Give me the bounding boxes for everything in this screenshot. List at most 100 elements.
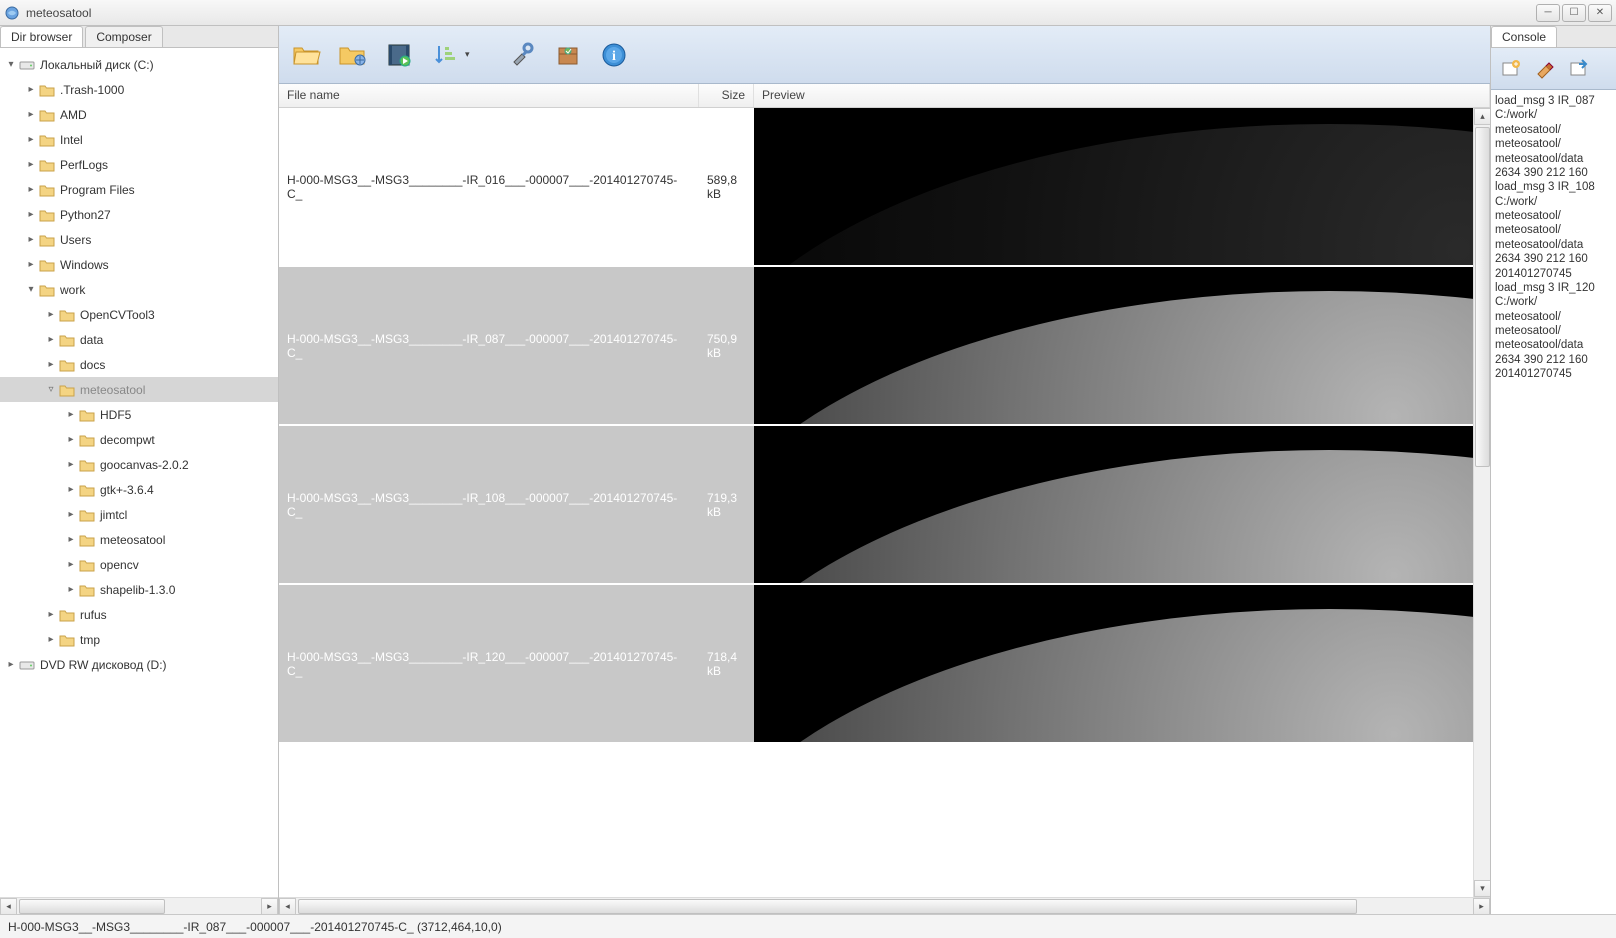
expand-icon[interactable]: ▸ — [64, 409, 78, 420]
folder-icon — [78, 407, 96, 423]
expand-icon[interactable]: ▸ — [24, 134, 38, 145]
expand-icon[interactable]: ▸ — [24, 184, 38, 195]
tab-console[interactable]: Console — [1491, 26, 1557, 47]
collapse-icon[interactable]: ▾ — [24, 284, 38, 295]
tree-node[interactable]: ▸OpenCVTool3 — [0, 302, 278, 327]
tab-composer[interactable]: Composer — [85, 26, 162, 47]
column-header-filename[interactable]: File name — [279, 84, 699, 107]
tree-node[interactable]: ▸Program Files — [0, 177, 278, 202]
directory-tree[interactable]: ▾Локальный диск (C:) ▸ .Trash-1000 ▸AMD▸Int… — [0, 48, 278, 897]
expand-icon[interactable]: ▸ — [24, 259, 38, 270]
statusbar: H-000-MSG3__-MSG3________-IR_087___-0000… — [0, 914, 1616, 938]
scroll-thumb[interactable] — [1475, 127, 1490, 467]
tree-node-label: Windows — [60, 258, 109, 272]
minimize-button[interactable]: ─ — [1536, 4, 1560, 22]
tree-node[interactable]: ▾Локальный диск (C:) — [0, 52, 278, 77]
expand-icon[interactable]: ▸ — [64, 484, 78, 495]
tree-node[interactable]: ▸jimtcl — [0, 502, 278, 527]
scroll-track[interactable] — [17, 898, 261, 915]
file-name-cell: H-000-MSG3__-MSG3________-IR_016___-0000… — [279, 108, 699, 265]
tree-node[interactable]: ▸tmp — [0, 627, 278, 652]
tree-node[interactable]: ▸rufus — [0, 602, 278, 627]
expand-icon[interactable]: ▸ — [24, 234, 38, 245]
console-line: load_msg 3 IR_108 — [1495, 180, 1612, 194]
console-clear-button[interactable] — [1531, 55, 1559, 83]
tools-button[interactable] — [504, 37, 540, 73]
collapse-icon[interactable]: ▾ — [4, 59, 18, 70]
expand-icon[interactable]: ▸ — [64, 584, 78, 595]
scroll-left-arrow[interactable]: ◂ — [279, 898, 296, 915]
tab-dir-browser[interactable]: Dir browser — [0, 26, 83, 47]
tree-node[interactable]: ▸Python27 — [0, 202, 278, 227]
tree-node[interactable]: ▸opencv — [0, 552, 278, 577]
console-save-button[interactable] — [1565, 55, 1593, 83]
tree-node[interactable]: ▿meteosatool — [0, 377, 278, 402]
tree-node[interactable]: ▸ .Trash-1000 — [0, 77, 278, 102]
tree-node[interactable]: ▸decompwt — [0, 427, 278, 452]
expand-icon[interactable]: ▸ — [24, 159, 38, 170]
expand-icon[interactable]: ▸ — [44, 309, 58, 320]
package-button[interactable] — [550, 37, 586, 73]
window-controls: ─ ☐ ✕ — [1536, 4, 1612, 22]
scroll-up-arrow[interactable]: ▴ — [1474, 108, 1490, 125]
tree-node[interactable]: ▸PerfLogs — [0, 152, 278, 177]
column-header-size[interactable]: Size — [699, 84, 754, 107]
tree-node[interactable]: ▸HDF5 — [0, 402, 278, 427]
maximize-button[interactable]: ☐ — [1562, 4, 1586, 22]
expand-icon[interactable]: ▸ — [64, 459, 78, 470]
tree-node[interactable]: ▸data — [0, 327, 278, 352]
tree-node[interactable]: ▸Users — [0, 227, 278, 252]
tree-node[interactable]: ▸shapelib-1.3.0 — [0, 577, 278, 602]
tree-node[interactable]: ▸AMD — [0, 102, 278, 127]
file-row[interactable]: H-000-MSG3__-MSG3________-IR_120___-0000… — [279, 585, 1473, 744]
expand-icon[interactable]: ▸ — [24, 84, 38, 95]
folder-icon — [78, 432, 96, 448]
sort-button[interactable] — [427, 37, 463, 73]
tree-node[interactable]: ▸goocanvas-2.0.2 — [0, 452, 278, 477]
console-line: 201401270745 — [1495, 367, 1612, 381]
file-row[interactable]: H-000-MSG3__-MSG3________-IR_108___-0000… — [279, 426, 1473, 585]
expand-icon[interactable]: ▸ — [4, 659, 18, 670]
expand-icon[interactable]: ▸ — [44, 634, 58, 645]
tree-node[interactable]: ▸docs — [0, 352, 278, 377]
center-hscrollbar[interactable]: ◂ ▸ — [279, 897, 1490, 914]
tree-node[interactable]: ▸Intel — [0, 127, 278, 152]
info-button[interactable]: i — [596, 37, 632, 73]
scroll-left-arrow[interactable]: ◂ — [0, 898, 17, 915]
expand-icon[interactable]: ▸ — [64, 434, 78, 445]
scroll-thumb[interactable] — [19, 899, 165, 914]
tree-node[interactable]: ▸meteosatool — [0, 527, 278, 552]
scroll-track[interactable] — [1474, 125, 1490, 880]
close-button[interactable]: ✕ — [1588, 4, 1612, 22]
collapse-icon[interactable]: ▿ — [44, 384, 58, 395]
open-folder-button[interactable] — [289, 37, 325, 73]
expand-icon[interactable]: ▸ — [44, 334, 58, 345]
tree-node[interactable]: ▸DVD RW дисковод (D:) — [0, 652, 278, 677]
expand-icon[interactable]: ▸ — [44, 609, 58, 620]
scroll-down-arrow[interactable]: ▾ — [1474, 880, 1490, 897]
scroll-track[interactable] — [296, 898, 1473, 915]
expand-icon[interactable]: ▸ — [24, 209, 38, 220]
tree-node-label: .Trash-1000 — [60, 83, 124, 97]
dropdown-caret-icon: ▾ — [465, 49, 470, 60]
expand-icon[interactable]: ▸ — [24, 109, 38, 120]
left-hscrollbar[interactable]: ◂ ▸ — [0, 897, 278, 914]
file-row[interactable]: H-000-MSG3__-MSG3________-IR_016___-0000… — [279, 108, 1473, 267]
file-list-vscrollbar[interactable]: ▴ ▾ — [1473, 108, 1490, 897]
column-header-preview[interactable]: Preview — [754, 84, 1490, 107]
file-row[interactable]: H-000-MSG3__-MSG3________-IR_087___-0000… — [279, 267, 1473, 426]
expand-icon[interactable]: ▸ — [64, 534, 78, 545]
expand-icon[interactable]: ▸ — [64, 559, 78, 570]
film-button[interactable] — [381, 37, 417, 73]
console-new-button[interactable] — [1497, 55, 1525, 83]
sort-dropdown[interactable]: ▾ — [427, 37, 470, 73]
tree-node[interactable]: ▾work — [0, 277, 278, 302]
expand-icon[interactable]: ▸ — [64, 509, 78, 520]
scroll-thumb[interactable] — [298, 899, 1357, 914]
tree-node[interactable]: ▸ Windows — [0, 252, 278, 277]
scroll-right-arrow[interactable]: ▸ — [261, 898, 278, 915]
tree-node[interactable]: ▸gtk+-3.6.4 — [0, 477, 278, 502]
folder-settings-button[interactable] — [335, 37, 371, 73]
scroll-right-arrow[interactable]: ▸ — [1473, 898, 1490, 915]
expand-icon[interactable]: ▸ — [44, 359, 58, 370]
